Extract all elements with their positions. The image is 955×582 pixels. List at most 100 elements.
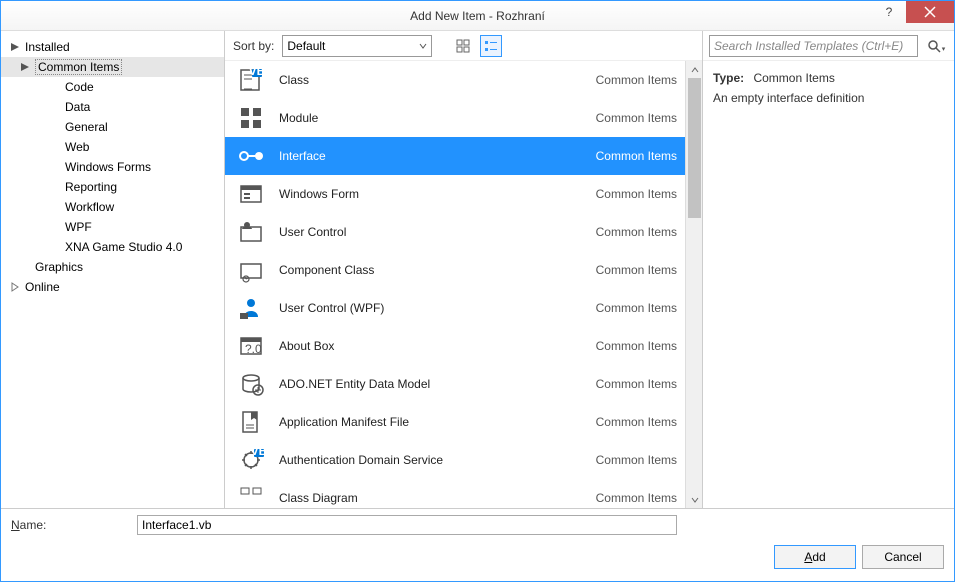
template-category: Common Items [596,111,677,125]
tree-node[interactable]: ▸Windows Forms [1,157,224,177]
tree-label: Common Items [35,59,122,75]
usercontrol-icon [237,218,265,246]
interface-icon [237,142,265,170]
tree-label: Reporting [65,180,117,194]
template-item[interactable]: Application Manifest File Common Items [225,403,685,441]
ado-icon [237,370,265,398]
template-item[interactable]: Component ClassCommon Items [225,251,685,289]
tree-node[interactable]: ▸WPF [1,217,224,237]
module-icon [237,104,265,132]
detail-description: An empty interface definition [713,91,944,105]
tree-node[interactable]: ▸Data [1,97,224,117]
sort-by-label: Sort by: [233,39,274,53]
tree-node-installed[interactable]: Installed [1,37,224,57]
template-name: Windows Form [279,187,582,201]
template-list[interactable]: VBClassCommon ItemsModuleCommon ItemsInt… [225,61,685,508]
template-item[interactable]: Windows Form Common Items [225,175,685,213]
tree-label: Workflow [65,200,114,214]
aboutbox-icon: ?.0 [237,332,265,360]
name-label: Name: [11,518,129,532]
chevron-down-icon [419,39,427,53]
template-category: Common Items [596,339,677,353]
template-name: User Control (WPF) [279,301,582,315]
template-item[interactable]: VBAuthentication Domain ServiceCommon It… [225,441,685,479]
expand-icon[interactable] [9,41,21,53]
template-name: Class Diagram [279,491,582,505]
scroll-down-button[interactable] [686,491,703,508]
tree-label: Installed [25,40,70,54]
template-category: Common Items [596,263,677,277]
template-category: Common Items [596,149,677,163]
tree-node[interactable]: ▸Web [1,137,224,157]
titlebar-buttons: ? [872,1,954,23]
template-item[interactable]: User Control (WPF) Common Items [225,289,685,327]
template-name: About Box [279,339,582,353]
tree-label: Code [65,80,94,94]
chevron-down-icon: ▾ [942,45,946,53]
tree-node[interactable]: ▸General [1,117,224,137]
template-name: Class [279,73,582,87]
template-category: Common Items [596,73,677,87]
tree-label: General [65,120,108,134]
tree-label: Data [65,100,90,114]
template-category: Common Items [596,187,677,201]
manifest-icon [237,408,265,436]
category-tree[interactable]: Installed Common Items ▸Code▸Data▸Genera… [1,31,225,508]
tree-node-online[interactable]: Online [1,277,224,297]
scrollbar[interactable] [685,61,702,508]
template-category: Common Items [596,225,677,239]
expand-icon[interactable] [19,61,31,73]
tree-label: XNA Game Studio 4.0 [65,240,182,254]
tree-node-common-items[interactable]: Common Items [1,57,224,77]
help-button[interactable]: ? [872,1,906,23]
template-item[interactable]: Class Diagram Common Items [225,479,685,508]
add-button[interactable]: Add [774,545,856,569]
template-item[interactable]: ?.0 About Box Common Items [225,327,685,365]
template-category: Common Items [596,301,677,315]
detail-type-label: Type: [713,71,744,85]
template-item[interactable]: InterfaceCommon Items [225,137,685,175]
view-medium-icons-button[interactable] [452,35,474,57]
view-small-icons-button[interactable] [480,35,502,57]
template-item[interactable]: ADO.NET Entity Data Model Common Items [225,365,685,403]
svg-text:VB: VB [249,67,264,78]
titlebar: Add New Item - Rozhraní ? [1,1,954,31]
template-detail: Type: Common Items An empty interface de… [703,61,954,115]
tree-label: Online [25,280,60,294]
name-input[interactable] [137,515,677,535]
sort-by-dropdown[interactable]: Default [282,35,432,57]
dialog-title: Add New Item - Rozhraní [410,9,545,23]
template-category: Common Items [596,377,677,391]
tree-node[interactable]: ▸Workflow [1,197,224,217]
template-item[interactable]: Module Common Items [225,99,685,137]
authsvc-icon: VB [237,446,265,474]
cancel-button[interactable]: Cancel [862,545,944,569]
tree-node[interactable]: ▸Code [1,77,224,97]
search-input-wrap[interactable] [709,35,918,57]
tree-node-graphics[interactable]: ▸ Graphics [1,257,224,277]
tree-node[interactable]: ▸Reporting [1,177,224,197]
close-button[interactable] [906,1,954,23]
tree-node[interactable]: ▸XNA Game Studio 4.0 [1,237,224,257]
sort-by-value: Default [287,39,325,53]
svg-text:VB: VB [251,447,264,458]
search-button[interactable]: ▾ [924,35,948,57]
template-item[interactable]: VB Class Common Items [225,61,685,99]
tree-label: WPF [65,220,92,234]
template-name: Module [279,111,582,125]
svg-text:?.0: ?.0 [245,342,262,356]
template-item[interactable]: User Control Common Items [225,213,685,251]
expand-icon[interactable] [9,281,21,293]
scroll-thumb[interactable] [688,78,701,218]
search-input[interactable] [714,39,913,53]
template-name: ADO.NET Entity Data Model [279,377,582,391]
template-category: Common Items [596,415,677,429]
template-name: Application Manifest File [279,415,582,429]
template-category: Common Items [596,491,677,505]
scroll-up-button[interactable] [686,61,703,78]
classdiagram-icon [237,484,265,508]
template-name: User Control [279,225,582,239]
usercontrolwpf-icon [237,294,265,322]
tree-label: Graphics [35,260,83,274]
detail-type-value: Common Items [753,71,834,85]
